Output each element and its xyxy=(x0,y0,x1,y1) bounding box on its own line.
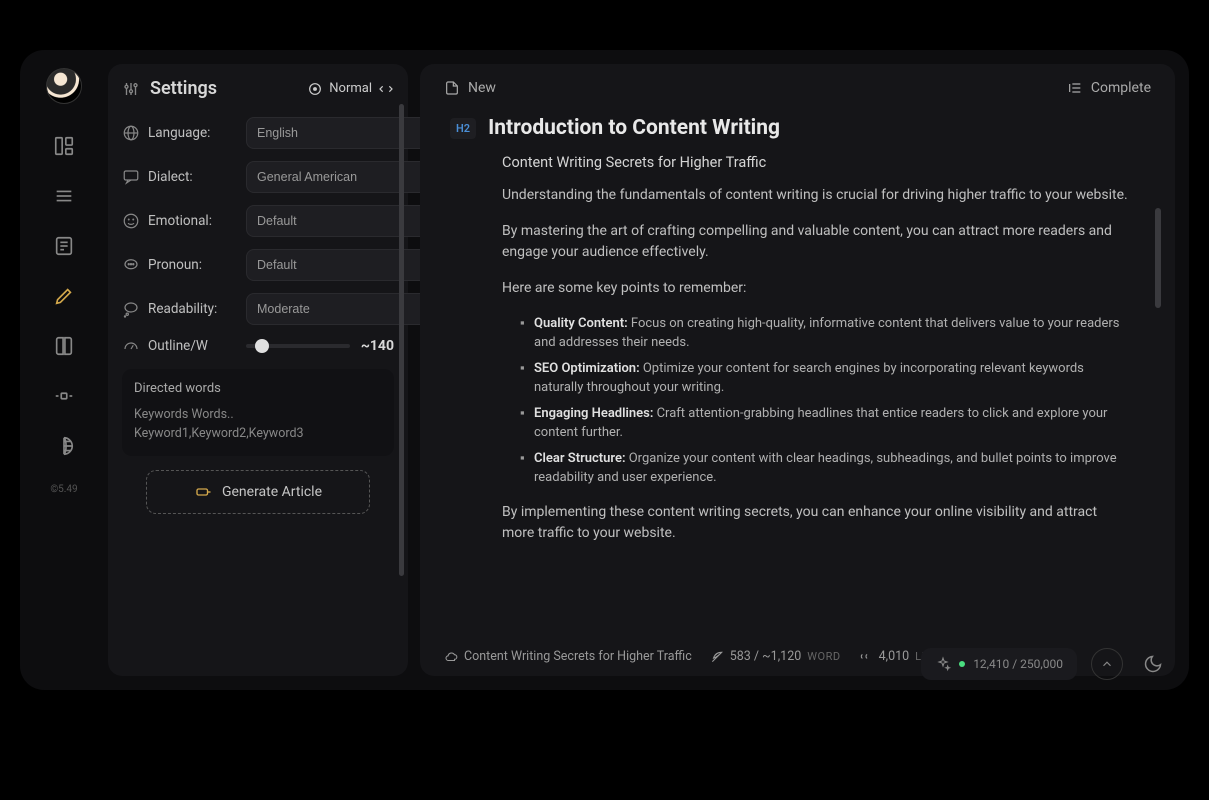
para-1: Understanding the fundamentals of conten… xyxy=(502,185,1131,207)
avatar[interactable] xyxy=(46,68,82,104)
rail-focus[interactable] xyxy=(42,374,86,418)
h2-badge: H2 xyxy=(450,118,476,139)
keywords-input[interactable]: Keywords Words.. Keyword1,Keyword2,Keywo… xyxy=(134,406,382,444)
bottom-bar: 12,410 / 250,000 xyxy=(921,648,1169,680)
generate-label: Generate Article xyxy=(222,484,322,500)
thought-icon xyxy=(122,300,140,318)
chat-icon xyxy=(122,168,140,186)
outline-row: Outline/W ~140 xyxy=(122,337,394,355)
complete-label: Complete xyxy=(1091,80,1151,96)
para-2: By mastering the art of crafting compell… xyxy=(502,221,1131,264)
panels-icon xyxy=(53,135,75,157)
rail-edit[interactable] xyxy=(42,274,86,318)
content-scrollbar[interactable] xyxy=(1155,208,1161,308)
chevron-up-icon xyxy=(1100,657,1114,671)
complete-icon xyxy=(1067,80,1083,96)
sliders-icon xyxy=(122,80,140,98)
pronoun-label: Pronoun: xyxy=(148,257,202,273)
outline-slider[interactable] xyxy=(246,344,350,348)
status-dot xyxy=(959,661,965,667)
emotional-row: Emotional: xyxy=(122,205,394,237)
credits-stat[interactable]: 12,410 / 250,000 xyxy=(921,648,1077,680)
collapse-button[interactable] xyxy=(1091,648,1123,680)
dialect-row: Dialect: xyxy=(122,161,394,193)
face-icon xyxy=(122,212,140,230)
settings-scrollbar[interactable] xyxy=(399,104,404,576)
pronoun-row: Pronoun: xyxy=(122,249,394,281)
outline-label: Outline/W xyxy=(148,338,208,354)
moon-icon xyxy=(1143,654,1163,674)
list-item: Clear Structure: Organize your content w… xyxy=(520,449,1131,488)
content-subtitle: Content Writing Secrets for Higher Traff… xyxy=(502,154,1131,171)
content-text[interactable]: Content Writing Secrets for Higher Traff… xyxy=(502,154,1131,545)
target-icon xyxy=(307,81,323,97)
version-label: ©5.49 xyxy=(50,484,77,495)
mode-label: Normal xyxy=(329,81,372,96)
new-button[interactable]: New xyxy=(444,80,496,96)
language-row: Language: xyxy=(122,117,394,149)
para-4: By implementing these content writing se… xyxy=(502,502,1131,545)
list-item: Quality Content: Focus on creating high-… xyxy=(520,314,1131,353)
generate-article-button[interactable]: Generate Article xyxy=(146,470,370,514)
mode-toggle[interactable]: Normal xyxy=(307,81,394,97)
settings-panel: Settings Normal Language: Dialect: xyxy=(108,64,408,676)
directed-title: Directed words xyxy=(134,381,382,396)
quote-icon xyxy=(859,650,873,664)
menu-icon xyxy=(53,185,75,207)
rail-globe[interactable] xyxy=(42,424,86,468)
app-window: ©5.49 Settings Normal Language: xyxy=(20,50,1189,690)
document-icon xyxy=(53,235,75,257)
rail-outline[interactable] xyxy=(42,174,86,218)
rail-dashboard[interactable] xyxy=(42,124,86,168)
feather-icon xyxy=(710,650,724,664)
complete-button[interactable]: Complete xyxy=(1067,80,1151,96)
footer-title: Content Writing Secrets for Higher Traff… xyxy=(444,649,692,664)
content-heading: Introduction to Content Writing xyxy=(488,116,780,140)
outline-value: ~140 xyxy=(358,338,394,354)
bubble-icon xyxy=(122,256,140,274)
new-doc-icon xyxy=(444,80,460,96)
bullet-list: Quality Content: Focus on creating high-… xyxy=(502,314,1131,488)
rail-book[interactable] xyxy=(42,324,86,368)
focus-icon xyxy=(53,385,75,407)
theme-toggle[interactable] xyxy=(1137,648,1169,680)
rail-document[interactable] xyxy=(42,224,86,268)
settings-title: Settings xyxy=(150,78,217,99)
para-3: Here are some key points to remember: xyxy=(502,278,1131,300)
emotional-label: Emotional: xyxy=(148,213,212,229)
sidebar-rail: ©5.49 xyxy=(20,50,108,690)
new-label: New xyxy=(468,80,496,96)
language-label: Language: xyxy=(148,125,210,141)
list-item: Engaging Headlines: Craft attention-grab… xyxy=(520,404,1131,443)
credits-text: 12,410 / 250,000 xyxy=(973,657,1063,671)
settings-header: Settings Normal xyxy=(122,78,394,99)
wand-icon xyxy=(194,483,212,501)
gauge-icon xyxy=(122,337,140,355)
pencil-icon xyxy=(53,285,75,307)
content-panel: New Complete H2 Introduction to Content … xyxy=(420,64,1175,676)
dialect-label: Dialect: xyxy=(148,169,193,185)
readability-row: Readability: xyxy=(122,293,394,325)
globe-half-icon xyxy=(53,435,75,457)
readability-label: Readability: xyxy=(148,301,217,317)
globe-icon xyxy=(122,124,140,142)
footer-wordcount: 583 / ~1,120 WORD xyxy=(710,649,841,664)
slider-thumb[interactable] xyxy=(255,339,269,353)
content-body: H2 Introduction to Content Writing Conte… xyxy=(420,108,1175,637)
swap-icon xyxy=(378,81,394,97)
book-icon xyxy=(53,335,75,357)
cloud-icon xyxy=(444,650,458,664)
content-header: New Complete xyxy=(420,64,1175,108)
sparkle-icon xyxy=(935,656,951,672)
directed-words-section: Directed words Keywords Words.. Keyword1… xyxy=(122,369,394,456)
list-item: SEO Optimization: Optimize your content … xyxy=(520,359,1131,398)
